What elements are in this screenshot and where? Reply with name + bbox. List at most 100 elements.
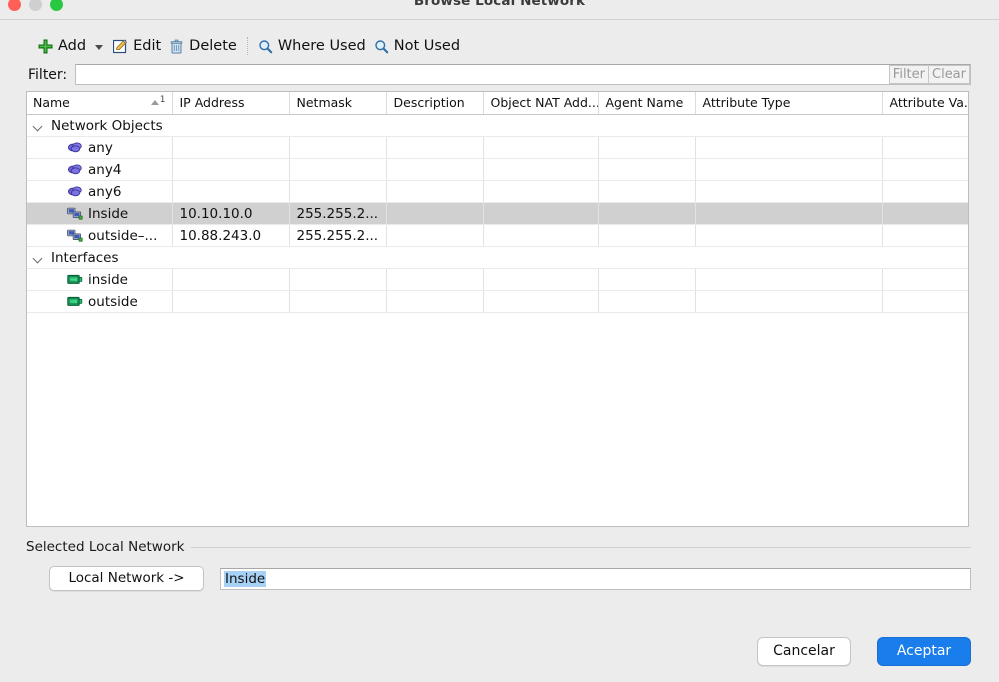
cell-attribute-value bbox=[882, 136, 968, 159]
cell-agent-name bbox=[598, 158, 696, 181]
dialog-footer: Cancelar Aceptar bbox=[0, 637, 999, 682]
cell-description bbox=[386, 268, 484, 291]
cell-netmask bbox=[289, 268, 387, 291]
cell-netmask: 255.255.2... bbox=[289, 224, 387, 247]
group-cell: Interfaces bbox=[27, 246, 968, 269]
table-row[interactable]: :::: outside bbox=[27, 290, 968, 313]
chevron-down-icon[interactable] bbox=[33, 121, 43, 131]
cell-attribute-type bbox=[695, 136, 883, 159]
table-header-row: Name 1 IP Address Netmask Description Ob… bbox=[27, 92, 968, 115]
table-group-row[interactable]: Network Objects bbox=[27, 114, 968, 137]
network-any-icon bbox=[67, 163, 83, 177]
section-divider bbox=[191, 546, 971, 548]
selected-network-field[interactable]: Inside bbox=[220, 567, 971, 590]
cell-description bbox=[386, 158, 484, 181]
cell-name: Inside bbox=[27, 202, 173, 225]
cell-name: outside–... bbox=[27, 224, 173, 247]
row-name-label: Inside bbox=[88, 205, 129, 222]
cell-description bbox=[386, 202, 484, 225]
cell-attribute-type bbox=[695, 224, 883, 247]
row-name-label: outside bbox=[88, 293, 138, 310]
section-header: Selected Local Network bbox=[26, 539, 971, 555]
cell-agent-name bbox=[598, 180, 696, 203]
cell-agent-name bbox=[598, 290, 696, 313]
selected-network-value: Inside bbox=[224, 570, 267, 587]
interface-icon: :::: bbox=[67, 295, 83, 309]
cell-object-nat bbox=[483, 202, 599, 225]
cell-name: :::: inside bbox=[27, 268, 173, 291]
pencil-edit-icon bbox=[112, 39, 128, 54]
cell-object-nat bbox=[483, 158, 599, 181]
table-row[interactable]: any6 bbox=[27, 180, 968, 203]
row-name-label: any4 bbox=[88, 161, 122, 178]
group-label: Interfaces bbox=[51, 249, 119, 266]
row-name-label: any6 bbox=[88, 183, 122, 200]
cancel-button[interactable]: Cancelar bbox=[757, 637, 851, 666]
cell-agent-name bbox=[598, 136, 696, 159]
chevron-down-icon[interactable] bbox=[33, 253, 43, 263]
trash-icon bbox=[169, 39, 184, 54]
edit-button[interactable]: Edit bbox=[111, 36, 167, 56]
sort-order-index: 1 bbox=[159, 95, 166, 105]
cell-netmask: 255.255.2... bbox=[289, 202, 387, 225]
where-used-button[interactable]: Where Used bbox=[256, 36, 372, 56]
not-used-button[interactable]: Not Used bbox=[372, 36, 466, 56]
cell-attribute-value bbox=[882, 224, 968, 247]
column-header-netmask[interactable]: Netmask bbox=[289, 92, 387, 115]
cell-agent-name bbox=[598, 224, 696, 247]
column-header-name[interactable]: Name 1 bbox=[27, 92, 173, 115]
green-plus-icon bbox=[38, 39, 53, 54]
cell-netmask bbox=[289, 158, 387, 181]
filter-row: Filter: Filter Clear bbox=[0, 62, 999, 91]
filter-input[interactable] bbox=[76, 65, 889, 84]
browse-local-network-dialog: Browse Local Network Add Edit Delete Whe… bbox=[0, 0, 999, 682]
cell-description bbox=[386, 180, 484, 203]
window-title: Browse Local Network bbox=[413, 0, 586, 9]
edit-label: Edit bbox=[133, 38, 162, 54]
table-row[interactable]: :::: inside bbox=[27, 268, 968, 291]
cell-description bbox=[386, 136, 484, 159]
filter-buttons: Filter Clear bbox=[888, 65, 970, 84]
column-header-description[interactable]: Description bbox=[386, 92, 484, 115]
network-any-icon bbox=[67, 185, 83, 199]
table-row[interactable]: outside–... 10.88.243.0 255.255.2... bbox=[27, 224, 968, 247]
sort-ascending-icon bbox=[150, 100, 159, 105]
table-group-row[interactable]: Interfaces bbox=[27, 246, 968, 269]
cell-attribute-type bbox=[695, 268, 883, 291]
column-header-object-nat-address[interactable]: Object NAT Add... bbox=[483, 92, 599, 115]
group-label: Network Objects bbox=[51, 117, 163, 134]
cell-attribute-value bbox=[882, 290, 968, 313]
filter-apply-button[interactable]: Filter bbox=[888, 65, 928, 84]
row-name-label: any bbox=[88, 139, 113, 156]
column-header-attribute-type[interactable]: Attribute Type bbox=[695, 92, 883, 115]
add-button[interactable]: Add bbox=[36, 36, 92, 56]
network-object-icon bbox=[67, 207, 83, 221]
network-any-icon bbox=[67, 141, 83, 155]
table-row[interactable]: any bbox=[27, 136, 968, 159]
cell-ip bbox=[172, 180, 290, 203]
accept-button[interactable]: Aceptar bbox=[877, 637, 971, 666]
cell-agent-name bbox=[598, 202, 696, 225]
cell-attribute-type bbox=[695, 290, 883, 313]
selected-local-network-section: Selected Local Network Local Network -> … bbox=[0, 527, 999, 637]
filter-label: Filter: bbox=[28, 66, 68, 83]
column-header-ip-address[interactable]: IP Address bbox=[172, 92, 290, 115]
sort-indicator: 1 bbox=[150, 95, 166, 105]
network-objects-table[interactable]: Name 1 IP Address Netmask Description Ob… bbox=[26, 91, 969, 527]
svg-text:::::: :::: bbox=[70, 276, 75, 281]
cell-description bbox=[386, 290, 484, 313]
selected-network-row: Local Network -> Inside bbox=[26, 566, 971, 591]
toolbar: Add Edit Delete Where Used Not Used bbox=[0, 20, 999, 62]
magnifier-icon bbox=[258, 39, 273, 54]
cell-description bbox=[386, 224, 484, 247]
table-row[interactable]: any4 bbox=[27, 158, 968, 181]
svg-text:::::: :::: bbox=[70, 298, 75, 303]
local-network-assign-button[interactable]: Local Network -> bbox=[49, 566, 204, 591]
table-row[interactable]: Inside 10.10.10.0 255.255.2... bbox=[27, 202, 968, 225]
column-header-agent-name[interactable]: Agent Name bbox=[598, 92, 696, 115]
filter-clear-button[interactable]: Clear bbox=[928, 65, 970, 84]
column-header-attribute-value[interactable]: Attribute Va... bbox=[882, 92, 968, 115]
chevron-down-icon[interactable] bbox=[95, 44, 104, 50]
section-title: Selected Local Network bbox=[26, 539, 185, 555]
delete-button[interactable]: Delete bbox=[167, 36, 243, 56]
